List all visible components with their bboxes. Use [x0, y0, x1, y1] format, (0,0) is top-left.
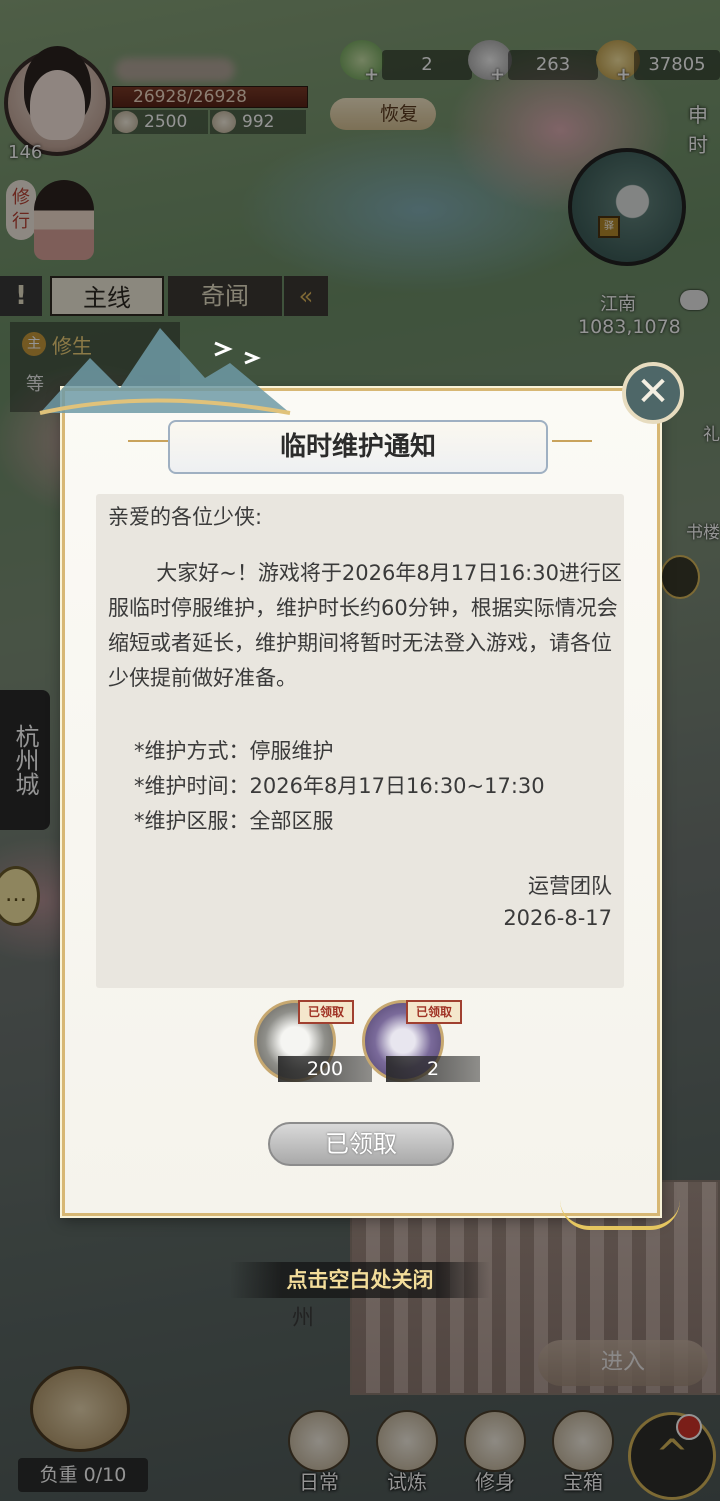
maintenance-method: *维护方式：停服维护 [134, 739, 334, 763]
reward-item-wine[interactable]: 2 已领取 [362, 1000, 480, 1084]
reward-item-silver[interactable]: 200 已领取 [254, 1000, 372, 1084]
notice-body: 大家好~！游戏将于2026年8月17日16:30进行区服临时停服维护，维护时长约… [108, 561, 622, 690]
title-ornament-left [128, 440, 168, 452]
claimed-stamp: 已领取 [298, 1000, 354, 1024]
claimed-button[interactable]: 已领取 [268, 1122, 454, 1166]
mountain-decoration [39, 328, 291, 415]
title-ornament-right [552, 440, 592, 452]
ribbon-decoration [560, 1200, 680, 1230]
notice-date: 2026-8-17 [503, 906, 612, 930]
reward-quantity: 200 [278, 1056, 372, 1082]
dialog-title: 临时维护通知 [168, 420, 548, 474]
close-icon[interactable]: ✕ [622, 362, 684, 424]
maintenance-time: *维护时间：2026年8月17日16:30~17:30 [134, 774, 545, 798]
notice-signature: 运营团队 [528, 874, 612, 898]
notice-greeting: 亲爱的各位少侠: [108, 505, 263, 529]
reward-quantity: 2 [386, 1056, 480, 1082]
maintenance-servers: *维护区服：全部区服 [134, 809, 334, 833]
claimed-stamp: 已领取 [406, 1000, 462, 1024]
tap-blank-to-close-hint: 点击空白处关闭 [230, 1262, 490, 1298]
